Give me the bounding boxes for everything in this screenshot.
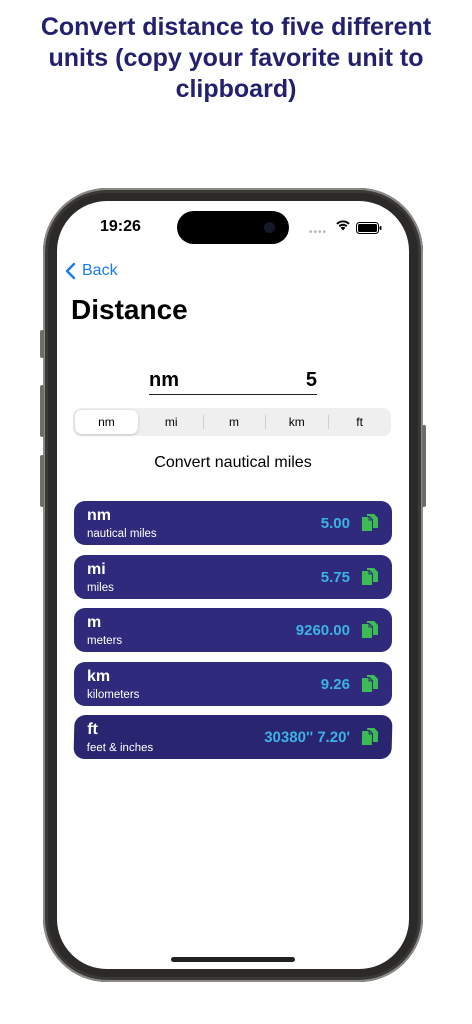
camera-icon (264, 222, 275, 233)
result-card-nm[interactable]: nm nautical miles 5.00 (74, 501, 392, 545)
home-indicator[interactable] (171, 957, 295, 962)
result-value: 30380'' 7.20' (263, 729, 351, 746)
headline-line-1: Convert distance to five different (40, 13, 432, 41)
result-unit-name: kilometers (87, 688, 140, 701)
headline-line-3: clipboard) (175, 75, 297, 103)
result-unit-name: meters (87, 635, 123, 647)
side-button-power (422, 425, 426, 507)
result-card-mi[interactable]: mi miles 5.75 (74, 554, 392, 599)
input-unit-label: nm (149, 369, 179, 391)
result-unit-name: feet & inches (86, 742, 154, 754)
result-unit-name: nautical miles (87, 528, 157, 540)
back-button[interactable]: Back (65, 259, 118, 283)
page-title: Distance (71, 294, 188, 325)
result-value: 9.26 (320, 675, 350, 693)
side-button-volume-down (40, 455, 44, 507)
signal-dots-icon: •••• (309, 227, 328, 238)
side-button-action (40, 330, 44, 358)
segment-ft[interactable]: ft (328, 408, 391, 436)
result-unit-name: miles (87, 581, 114, 594)
result-value: 5.00 (320, 515, 350, 532)
battery-icon (356, 222, 382, 234)
result-unit-abbr: mi (87, 560, 106, 578)
segment-nm[interactable]: nm (75, 410, 138, 434)
side-button-volume-up (40, 385, 44, 437)
result-card-m[interactable]: m meters 9260.00 (74, 608, 392, 652)
headline-line-2: units (copy your favorite unit to (48, 44, 424, 72)
back-label: Back (82, 262, 118, 279)
status-time: 19:26 (100, 218, 141, 235)
unit-segmented-control[interactable]: nm mi m km ft (73, 408, 391, 436)
copy-icon[interactable] (361, 727, 380, 747)
segment-m[interactable]: m (202, 408, 266, 436)
conversion-subtitle: Convert nautical miles (154, 454, 312, 471)
result-unit-abbr: nm (87, 507, 111, 524)
copy-icon[interactable] (361, 567, 379, 587)
result-card-km[interactable]: km kilometers 9.26 (74, 661, 392, 706)
segment-km[interactable]: km (265, 408, 328, 436)
copy-icon[interactable] (361, 620, 379, 640)
chevron-left-icon (65, 262, 76, 280)
phone-screen: 19:26 •••• Back Distance nm 5 nm mi m km… (57, 201, 409, 969)
segment-mi[interactable]: mi (140, 408, 203, 436)
result-value: 9260.00 (295, 622, 350, 639)
result-unit-abbr: ft (86, 721, 99, 738)
result-unit-abbr: m (87, 614, 102, 631)
distance-input-value[interactable]: 5 (306, 369, 317, 392)
dynamic-island (177, 211, 289, 244)
result-card-ft[interactable]: ft feet & inches 30380'' 7.20' (73, 715, 393, 759)
results-list: nm nautical miles 5.00 mi miles 5.75 m m… (73, 501, 393, 769)
copy-icon[interactable] (361, 674, 379, 694)
distance-input-field[interactable]: nm 5 (149, 367, 317, 395)
promo-headline: Convert distance to five different units… (0, 12, 472, 105)
result-unit-abbr: km (87, 667, 111, 685)
result-value: 5.75 (320, 568, 350, 586)
wifi-icon (336, 220, 350, 231)
copy-icon[interactable] (361, 513, 379, 533)
